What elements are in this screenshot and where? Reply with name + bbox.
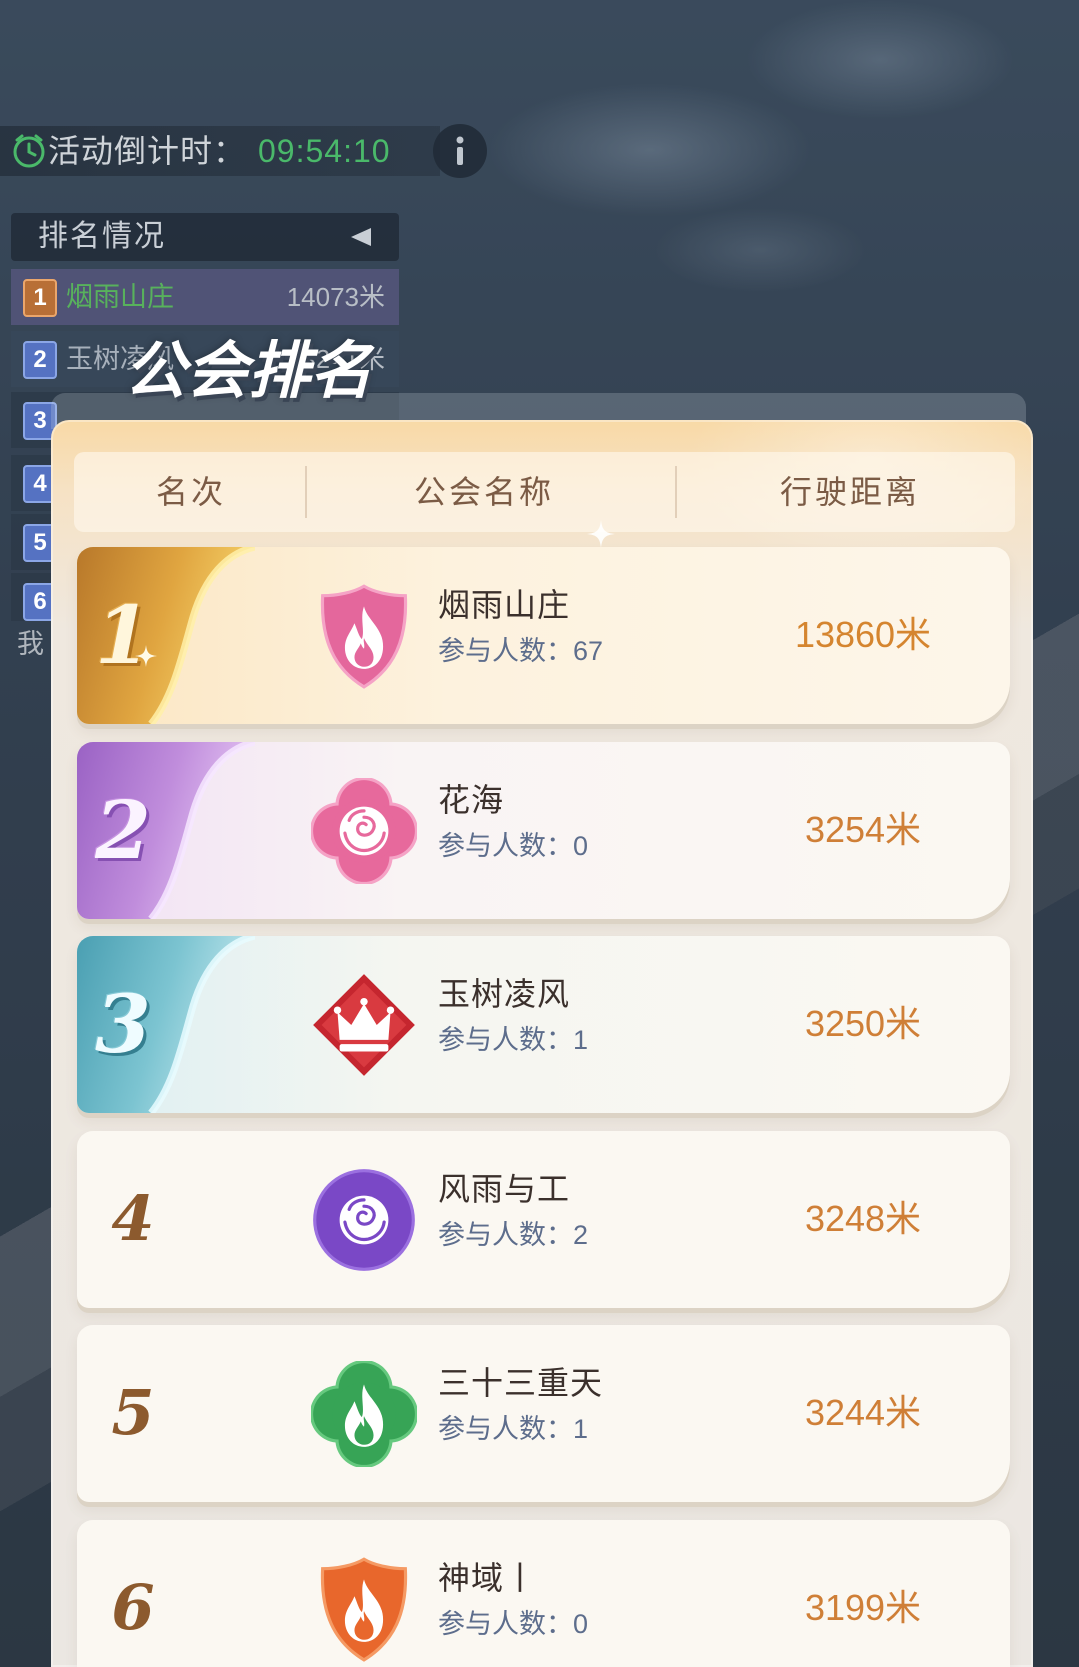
guild-name: 玉树凌风: [438, 976, 571, 1012]
orange-shield-flame-icon: [320, 1557, 408, 1662]
purple-circle-rose-icon: [313, 1169, 415, 1271]
members-label: 参与人数：: [438, 636, 573, 666]
members-count: 1: [573, 1414, 589, 1444]
pink-shield-flame-icon: [320, 584, 408, 689]
side-ranking-title: 排名情况: [38, 220, 166, 253]
guild-distance: 3254米: [804, 809, 922, 850]
guild-members: 参与人数：67: [438, 633, 603, 669]
rank-number: 5: [111, 1376, 155, 1449]
countdown-time: 09:54:10: [258, 133, 391, 169]
guild-row: 3 玉树凌风 参与人数：1 3250米: [77, 936, 1010, 1113]
guild-row: 1 烟雨山庄 参与人数：67 13860米: [77, 547, 1010, 724]
guild-row: 4 风雨与工 参与人数：2 3248米: [77, 1131, 1010, 1308]
pink-quatrefoil-rose-icon: [311, 778, 417, 884]
guild-distance: 3248米: [804, 1198, 922, 1239]
guild-members: 参与人数：1: [438, 1022, 588, 1058]
guild-distance: 3250米: [804, 1003, 922, 1044]
guild-name: 烟雨山庄: [438, 587, 571, 623]
guild-name: 神域丨: [438, 1560, 538, 1596]
members-count: 0: [573, 831, 589, 861]
side-ranking-row: 1 烟雨山庄 14073米: [11, 269, 399, 325]
side-self-label: 我: [17, 629, 44, 659]
guild-distance: 13860米: [794, 614, 932, 655]
rank-number: 3: [95, 977, 151, 1071]
side-guild-distance: 14073米: [286, 282, 385, 312]
side-ranking-header[interactable]: 排名情况: [11, 213, 399, 261]
collapse-arrow-icon[interactable]: [347, 225, 373, 249]
clock-icon: [13, 134, 45, 168]
members-label: 参与人数：: [438, 1414, 573, 1444]
guild-members: 参与人数：1: [438, 1411, 588, 1447]
guild-row: 6 神域丨 参与人数：0 3199米: [77, 1520, 1010, 1667]
members-label: 参与人数：: [438, 831, 573, 861]
modal-title: 公会排名: [124, 337, 373, 406]
guild-ranking-modal: 名次 公会名称 行驶距离 1 烟雨山庄 参与人数：67 13860米 2 花海 …: [51, 420, 1033, 1667]
guild-members: 参与人数：2: [438, 1217, 588, 1253]
guild-members: 参与人数：0: [438, 1606, 588, 1642]
header-rank: 名次: [155, 474, 226, 510]
members-label: 参与人数：: [438, 1025, 573, 1055]
guild-members: 参与人数：0: [438, 828, 588, 864]
rank-number: 1: [95, 588, 151, 682]
table-header: 名次 公会名称 行驶距离: [74, 452, 1015, 532]
guild-name: 三十三重天: [438, 1365, 604, 1401]
sparkle-icon: [135, 645, 157, 667]
guild-distance: 3244米: [804, 1392, 922, 1433]
guild-name: 风雨与工: [438, 1171, 571, 1207]
members-count: 67: [573, 636, 604, 666]
guild-row: 2 花海 参与人数：0 3254米: [77, 742, 1010, 919]
header-distance: 行驶距离: [779, 474, 920, 510]
countdown-label: 活动倒计时：: [48, 133, 247, 169]
members-label: 参与人数：: [438, 1220, 573, 1250]
members-count: 2: [573, 1220, 589, 1250]
info-icon: [456, 136, 464, 165]
members-count: 0: [573, 1609, 589, 1639]
header-guild-name: 公会名称: [413, 474, 554, 510]
side-rank-badge: 2: [23, 341, 57, 379]
guild-row: 5 三十三重天 参与人数：1 3244米: [77, 1325, 1010, 1502]
header-divider: [305, 466, 307, 518]
info-button[interactable]: [433, 124, 487, 178]
members-label: 参与人数：: [438, 1609, 573, 1639]
header-divider: [675, 466, 677, 518]
rank-number: 2: [95, 783, 151, 877]
sparkle-icon: [587, 520, 615, 548]
guild-name: 花海: [438, 782, 505, 818]
side-guild-name: 烟雨山庄: [66, 282, 174, 312]
guild-distance: 3199米: [804, 1587, 922, 1628]
side-rank-badge: 1: [23, 279, 57, 317]
green-quatrefoil-flame-icon: [311, 1361, 417, 1467]
rank-number: 6: [111, 1571, 155, 1644]
rank-number: 4: [111, 1182, 155, 1255]
members-count: 1: [573, 1025, 589, 1055]
red-diamond-crown-icon: [313, 974, 415, 1076]
